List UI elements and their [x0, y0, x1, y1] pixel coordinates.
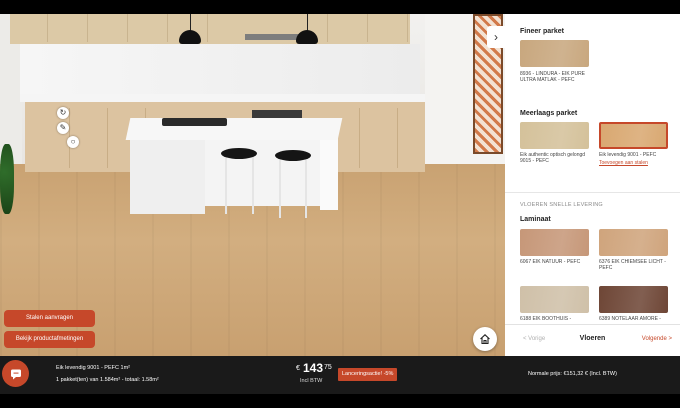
hotspot-icon[interactable]: ○ — [67, 136, 79, 148]
swatch-label: 6188 EIK BOOTHUIS - — [520, 316, 572, 322]
section-subtitle-fast-delivery: VLOEREN SNELLE LEVERING — [520, 202, 603, 208]
swatch-lindura[interactable] — [520, 40, 589, 67]
price-currency: € — [296, 365, 300, 372]
request-samples-button[interactable]: Stalen aanvragen — [4, 310, 95, 327]
next-button[interactable]: Volgende > — [642, 336, 672, 342]
section-title-laminaat: Laminaat — [520, 216, 551, 223]
upper-cabinets — [10, 14, 410, 44]
section-title-meerlaags: Meerlaags parket — [520, 110, 578, 117]
swatch-label: 8936 - LINDURA - EIK PURE ULTRA MATLAK -… — [520, 71, 586, 83]
section-title-fineer: Fineer parket — [520, 28, 564, 35]
island-top — [125, 118, 343, 140]
swatch-label: 6389 NOTELAAR AMORE - — [599, 316, 661, 322]
letterbox-top — [0, 0, 680, 14]
room-viewer[interactable]: ↻ ✎ ○ › Stalen aanvragen Bekijk producta… — [0, 14, 505, 356]
edit-room-icon[interactable]: ✎ — [57, 122, 69, 134]
swatch-eik-authentic[interactable] — [520, 122, 589, 149]
divider — [505, 192, 680, 193]
swatch-label: 6067 EIK NATUUR - PEFC — [520, 259, 581, 265]
price-vat-label: Incl BTW — [300, 378, 323, 384]
home-icon — [480, 334, 490, 345]
price-decimals: 75 — [324, 364, 332, 371]
chevron-right-icon: › — [494, 30, 498, 44]
normal-price: Normale prijs: €151,32 € (Incl. BTW) — [528, 371, 617, 377]
add-to-samples-link[interactable]: Toevoegen aan stalen — [599, 160, 648, 166]
cooktop — [162, 118, 227, 126]
island-end — [320, 138, 338, 210]
potted-plant — [0, 144, 14, 214]
rotate-icon[interactable]: ↻ — [57, 107, 69, 119]
island-front — [205, 138, 325, 206]
price-main: 143 — [303, 361, 324, 375]
bar-stool-right — [275, 150, 311, 161]
chat-bubble-icon — [10, 369, 21, 379]
island-side — [130, 138, 205, 214]
floor-selection-panel: Fineer parket 8936 - LINDURA - EIK PURE … — [505, 14, 680, 356]
product-name: Eik levendig 9001 - PEFC 1m² — [56, 365, 130, 371]
swatch-eik-chiemsee[interactable] — [599, 229, 668, 256]
product-info-bar: Eik levendig 9001 - PEFC 1m² 1 pakket(te… — [0, 356, 680, 394]
package-info: 1 pakket(ten) van 1.584m² - totaal: 1.58… — [56, 377, 159, 383]
swatch-notelaar-amore[interactable] — [599, 286, 668, 313]
swatch-label: Eik levendig 9001 - PEFC — [599, 152, 657, 158]
swatch-eik-natuur[interactable] — [520, 229, 589, 256]
swatch-eik-boothuis[interactable] — [520, 286, 589, 313]
back-counter — [20, 94, 425, 102]
swatch-label: Eik authentic optisch gelongd 9015 - PEF… — [520, 152, 586, 164]
panel-navigation: < Vorige Vloeren Volgende > — [505, 324, 680, 356]
home-button[interactable] — [473, 327, 497, 351]
chat-button[interactable] — [2, 360, 29, 387]
promo-badge: Lanceringsactie! -5% — [338, 368, 398, 381]
collapse-panel-button[interactable]: › — [487, 26, 505, 48]
view-dimensions-button[interactable]: Bekijk productafmetingen — [4, 331, 95, 348]
swatch-eik-levendig[interactable] — [599, 122, 668, 149]
swatch-label: 6376 EIK CHIEMSEE LICHT - PEFC — [599, 259, 666, 271]
bar-stool-left — [221, 148, 257, 159]
letterbox-bottom — [0, 394, 680, 408]
marble-backsplash — [20, 44, 420, 99]
